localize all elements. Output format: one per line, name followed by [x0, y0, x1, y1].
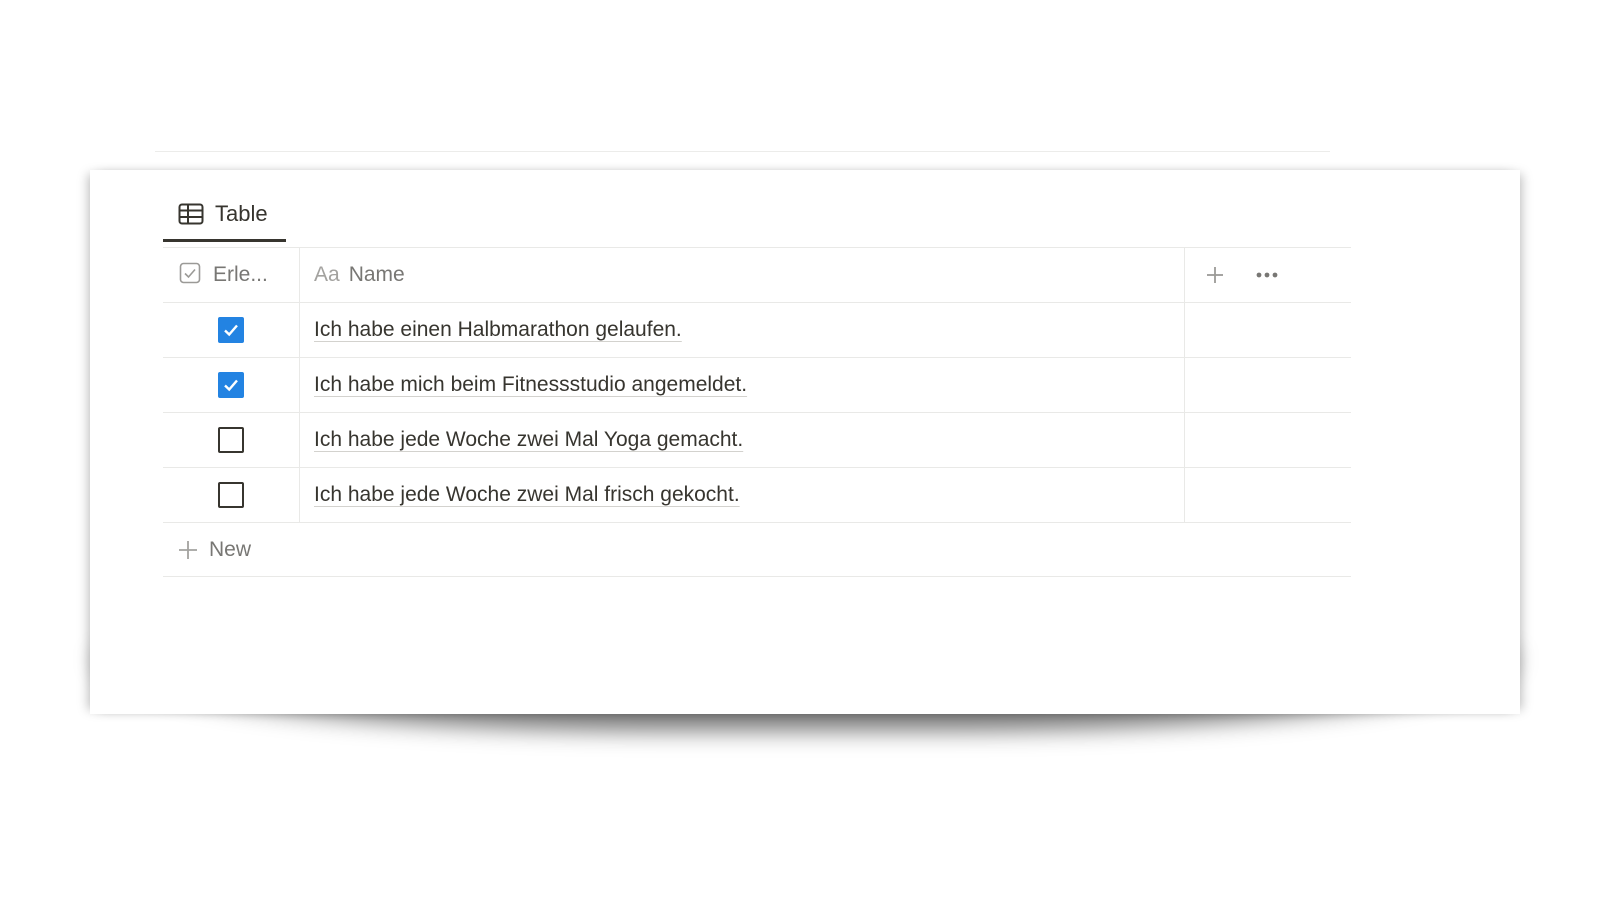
column-header-label: Name [348, 263, 405, 286]
column-header-name[interactable]: Aa Name [300, 248, 1185, 302]
empty-cell [1185, 358, 1351, 412]
table-header: Erle... Aa Name [163, 247, 1351, 303]
row-title[interactable]: Ich habe jede Woche zwei Mal frisch geko… [314, 483, 740, 507]
empty-cell [1185, 303, 1351, 357]
table-row: Ich habe mich beim Fitnessstudio angemel… [163, 358, 1351, 413]
column-header-erledigt[interactable]: Erle... [163, 248, 300, 302]
name-cell: Ich habe jede Woche zwei Mal Yoga gemach… [300, 413, 1185, 467]
check-icon [224, 324, 238, 337]
more-options-button[interactable] [1255, 271, 1279, 279]
name-cell: Ich habe mich beim Fitnessstudio angemel… [300, 358, 1185, 412]
header-actions [1185, 248, 1351, 302]
name-cell: Ich habe einen Halbmarathon gelaufen. [300, 303, 1185, 357]
new-row-label: New [209, 537, 252, 561]
text-property-icon: Aa [314, 263, 340, 286]
new-row-button[interactable]: New [163, 523, 1351, 577]
check-icon [224, 379, 238, 392]
more-icon [1256, 272, 1278, 278]
table-row: Ich habe jede Woche zwei Mal frisch geko… [163, 468, 1351, 523]
top-divider [155, 151, 1330, 152]
empty-cell [1185, 468, 1351, 522]
done-checkbox-unchecked[interactable] [218, 482, 244, 508]
done-cell [163, 413, 300, 467]
done-cell [163, 468, 300, 522]
row-title[interactable]: Ich habe jede Woche zwei Mal Yoga gemach… [314, 428, 743, 452]
row-title[interactable]: Ich habe mich beim Fitnessstudio angemel… [314, 373, 747, 397]
database-table: Erle... Aa Name Ich habe einen Halbmarat… [163, 247, 1351, 577]
name-cell: Ich habe jede Woche zwei Mal frisch geko… [300, 468, 1185, 522]
column-header-label: Erle... [213, 263, 268, 286]
tab-table-view[interactable]: Table [163, 188, 286, 242]
tab-label: Table [215, 200, 268, 226]
table-icon [178, 203, 204, 225]
done-checkbox-unchecked[interactable] [218, 427, 244, 453]
add-property-button[interactable] [1205, 265, 1225, 285]
done-checkbox-checked[interactable] [218, 372, 244, 398]
done-cell [163, 303, 300, 357]
row-title[interactable]: Ich habe einen Halbmarathon gelaufen. [314, 318, 682, 342]
empty-cell [1185, 413, 1351, 467]
plus-icon [1207, 267, 1223, 283]
done-cell [163, 358, 300, 412]
done-checkbox-checked[interactable] [218, 317, 244, 343]
table-row: Ich habe jede Woche zwei Mal Yoga gemach… [163, 413, 1351, 468]
checkbox-property-icon [179, 262, 201, 289]
plus-icon [179, 540, 197, 559]
table-row: Ich habe einen Halbmarathon gelaufen. [163, 303, 1351, 358]
database-card: Table Erle... Aa Name Ich habe einen Hal… [90, 170, 1520, 714]
